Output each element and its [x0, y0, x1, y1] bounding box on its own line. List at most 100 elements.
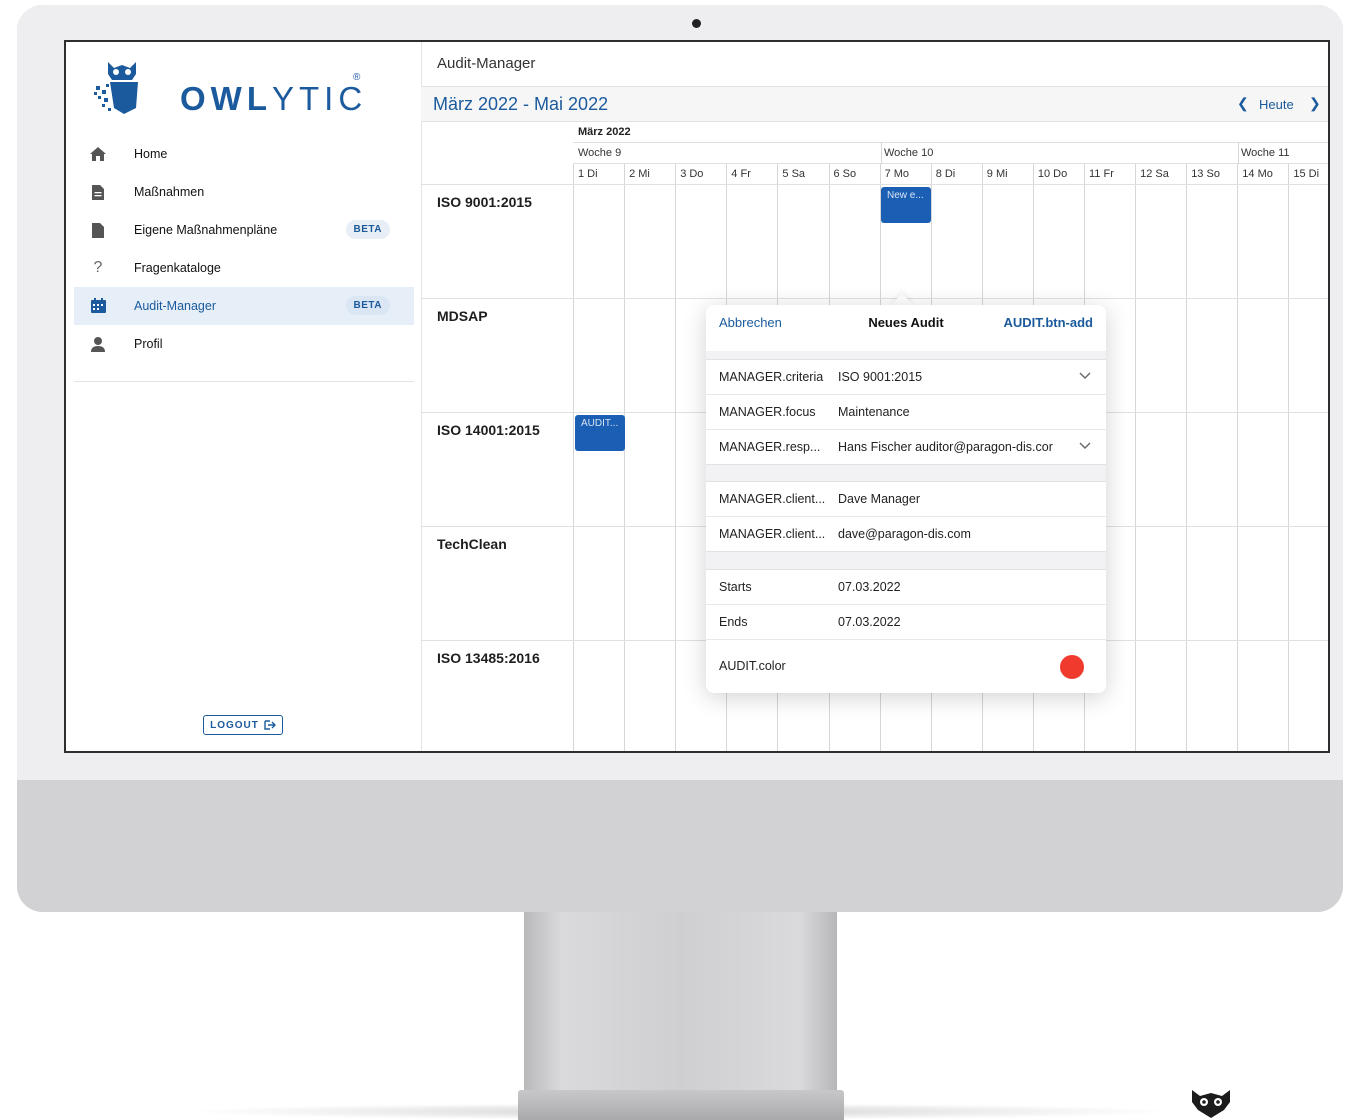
chevron-down-icon	[1078, 438, 1092, 452]
field-label: MANAGER.client...	[719, 527, 826, 541]
chevron-left-icon[interactable]: ❮	[1237, 95, 1249, 112]
grid-line	[573, 163, 1328, 164]
field-value: 07.03.2022	[838, 615, 901, 629]
grid-line	[421, 298, 1328, 299]
monitor-stand-foot	[518, 1090, 844, 1120]
beta-badge: BETA	[345, 296, 390, 315]
day-label: 2 Mi	[629, 168, 650, 180]
row-label: ISO 13485:2016	[437, 650, 540, 666]
day-label: 10 Do	[1037, 168, 1068, 180]
home-icon	[82, 144, 114, 164]
screen: OWLYTIC ® Home Maßnahmen Eigene Maßnahme…	[64, 40, 1330, 753]
camera-icon	[692, 19, 701, 28]
grid-line	[624, 164, 626, 751]
day-label: 5 Sa	[782, 168, 806, 180]
topbar: Audit-Manager	[421, 42, 1328, 87]
grid-line	[675, 164, 677, 751]
month-label: März 2022	[578, 126, 631, 138]
form-group-dates: Starts 07.03.2022 Ends 07.03.2022 AUDIT.…	[706, 569, 1106, 693]
week-label: Woche 10	[884, 147, 934, 159]
day-label: 9 Mi	[986, 168, 1008, 180]
field-value: ISO 9001:2015	[838, 370, 923, 384]
field-value: Maintenance	[838, 405, 910, 419]
form-group-client: MANAGER.client... Dave Manager MANAGER.c…	[706, 481, 1106, 552]
calendar-icon	[82, 296, 114, 316]
sidebar-item-home[interactable]: Home	[74, 135, 414, 173]
sidebar-item-eigene-massnahmenplaene[interactable]: Eigene Maßnahmenpläne BETA	[74, 211, 414, 249]
sidebar-item-profil[interactable]: Profil	[74, 325, 414, 363]
user-icon	[82, 334, 114, 354]
field-label: AUDIT.color	[719, 659, 786, 673]
ends-date-field[interactable]: Ends 07.03.2022	[706, 605, 1106, 640]
sidebar-item-label: Eigene Maßnahmenpläne	[134, 223, 278, 237]
week-label: Woche 9	[578, 147, 622, 159]
sidebar-item-massnahmen[interactable]: Maßnahmen	[74, 173, 414, 211]
monitor-chin	[17, 780, 1343, 912]
grid-line	[573, 142, 1328, 143]
field-value: Dave Manager	[838, 492, 920, 506]
grid-line	[421, 184, 1328, 185]
responsible-select[interactable]: MANAGER.resp... Hans Fischer auditor@par…	[706, 430, 1106, 464]
beta-badge: BETA	[345, 220, 390, 239]
logout-label: LOGOUT	[210, 719, 259, 731]
field-label: MANAGER.focus	[719, 405, 816, 419]
starts-date-field[interactable]: Starts 07.03.2022	[706, 570, 1106, 605]
new-audit-popover: Abbrechen Neues Audit AUDIT.btn-add MANA…	[706, 305, 1106, 693]
day-label: 12 Sa	[1140, 168, 1169, 180]
day-label: 6 So	[833, 168, 857, 180]
calendar-event[interactable]: New e...	[881, 187, 931, 223]
owl-logo-icon	[1192, 1090, 1230, 1118]
sidebar-item-fragenkataloge[interactable]: ? Fragenkataloge	[74, 249, 414, 287]
chevron-down-icon	[1079, 372, 1091, 379]
day-label: 7 Mo	[884, 168, 910, 180]
day-label: 4 Fr	[731, 168, 751, 180]
date-range-title: März 2022 - Mai 2022	[433, 94, 609, 114]
field-label: Ends	[719, 615, 748, 629]
sidebar-item-label: Fragenkataloge	[134, 261, 221, 275]
sidebar-item-label: Profil	[134, 337, 163, 351]
grid-line	[1288, 164, 1290, 751]
field-value: 07.03.2022	[838, 580, 901, 594]
sidebar-divider	[74, 381, 414, 382]
chevron-right-icon[interactable]: ❯	[1309, 95, 1321, 112]
sidebar-item-audit-manager[interactable]: Audit-Manager BETA	[74, 287, 414, 325]
logout-button[interactable]: LOGOUT	[203, 715, 283, 735]
client-email-field[interactable]: MANAGER.client... dave@paragon-dis.com	[706, 517, 1106, 551]
grid-line	[1237, 164, 1239, 751]
form-group-criteria: MANAGER.criteria ISO 9001:2015 MANAGER.f…	[706, 359, 1106, 465]
sidebar-nav: Home Maßnahmen Eigene Maßnahmenpläne BET…	[74, 135, 414, 363]
logout-icon	[264, 720, 276, 730]
registered-mark: ®	[353, 72, 361, 83]
add-audit-button[interactable]: AUDIT.btn-add	[1003, 315, 1093, 330]
question-icon: ?	[93, 259, 103, 276]
color-field[interactable]: AUDIT.color	[706, 640, 1106, 693]
field-label: MANAGER.criteria	[719, 370, 824, 384]
logo-wordmark: OWLYTIC	[180, 80, 368, 117]
monitor: OWLYTIC ® Home Maßnahmen Eigene Maßnahme…	[17, 5, 1343, 912]
day-label: 8 Di	[935, 168, 956, 180]
focus-field[interactable]: MANAGER.focus Maintenance	[706, 395, 1106, 430]
owlytic-logo[interactable]: OWLYTIC ®	[94, 56, 362, 122]
field-label: MANAGER.client...	[719, 492, 826, 506]
row-label: ISO 14001:2015	[437, 422, 540, 438]
calendar-event[interactable]: AUDIT...	[575, 415, 625, 451]
week-label: Woche 11	[1241, 147, 1290, 159]
grid-line	[881, 142, 882, 164]
sidebar: OWLYTIC ® Home Maßnahmen Eigene Maßnahme…	[66, 42, 422, 751]
grid-line	[573, 164, 574, 751]
day-label: 1 Di	[578, 168, 598, 180]
criteria-select[interactable]: MANAGER.criteria ISO 9001:2015	[706, 360, 1106, 395]
day-label: 15 Di	[1293, 168, 1320, 180]
row-label: MDSAP	[437, 308, 488, 324]
grid-line	[1238, 142, 1239, 164]
document-icon	[82, 220, 114, 240]
row-label: TechClean	[437, 536, 507, 552]
document-icon	[82, 182, 114, 202]
field-label: MANAGER.resp...	[719, 440, 821, 454]
client-name-field[interactable]: MANAGER.client... Dave Manager	[706, 482, 1106, 517]
day-label: 14 Mo	[1242, 168, 1273, 180]
today-button[interactable]: Heute	[1259, 97, 1294, 112]
owl-logo-icon	[94, 62, 138, 114]
field-value: Hans Fischer auditor@paragon-dis.cor	[838, 440, 1053, 454]
color-swatch[interactable]	[1060, 655, 1084, 679]
